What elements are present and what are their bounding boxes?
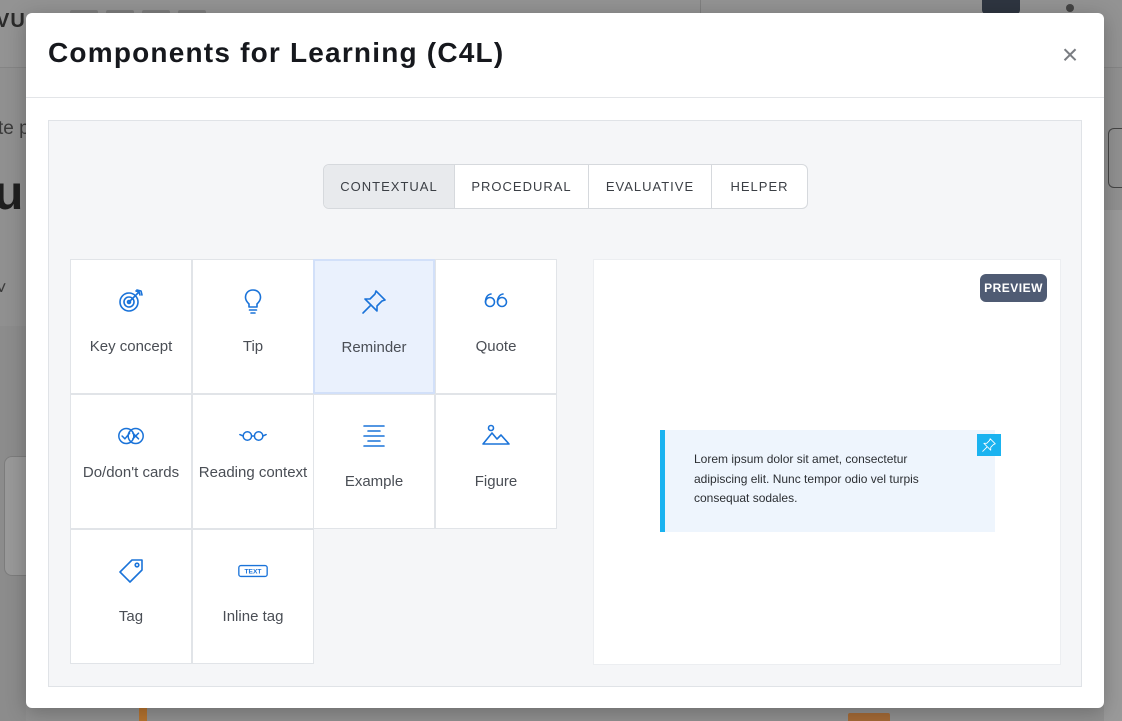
component-reading-context[interactable]: Reading context — [192, 394, 314, 529]
modal-title: Components for Learning (C4L) — [48, 37, 505, 68]
component-label: Quote — [475, 338, 517, 355]
component-inline-tag[interactable]: TEXT Inline tag — [192, 529, 314, 664]
modal-body: CONTEXTUAL PROCEDURAL EVALUATIVE HELPER … — [48, 120, 1082, 687]
close-button[interactable]: × — [1056, 41, 1084, 69]
component-example[interactable]: Example — [313, 394, 435, 529]
reminder-preview-text: Lorem ipsum dolor sit amet, consectetur … — [694, 452, 919, 505]
glasses-icon — [238, 421, 268, 451]
category-tabs: CONTEXTUAL PROCEDURAL EVALUATIVE HELPER — [323, 164, 808, 209]
reminder-preview: Lorem ipsum dolor sit amet, consectetur … — [660, 430, 1001, 532]
quote-icon — [481, 286, 511, 316]
tab-evaluative[interactable]: EVALUATIVE — [589, 165, 712, 208]
component-tip[interactable]: Tip — [192, 259, 314, 394]
tab-contextual[interactable]: CONTEXTUAL — [324, 165, 455, 208]
target-icon — [116, 286, 146, 316]
background-chevron-fragment: ˅ — [0, 278, 7, 298]
component-label: Inline tag — [222, 608, 284, 625]
component-label: Tip — [242, 338, 264, 355]
tag-icon — [116, 556, 146, 586]
background-orange-bar — [139, 708, 147, 721]
background-heading-fragment: u — [0, 167, 24, 220]
pushpin-icon — [977, 434, 1001, 456]
text-align-icon — [359, 421, 389, 451]
tab-helper[interactable]: HELPER — [712, 165, 807, 208]
component-label: Reading context — [198, 464, 308, 481]
component-label: Tag — [118, 608, 144, 625]
component-label: Example — [344, 473, 404, 490]
tab-procedural[interactable]: PROCEDURAL — [455, 165, 589, 208]
background-right-panel — [1104, 210, 1122, 721]
component-label: Figure — [474, 473, 518, 490]
component-key-concept[interactable]: Key concept — [70, 259, 192, 394]
modal-header: Components for Learning (C4L) × — [26, 13, 1104, 98]
component-label: Key concept — [89, 338, 173, 355]
component-tag[interactable]: Tag — [70, 529, 192, 664]
preview-badge: PREVIEW — [980, 274, 1047, 302]
background-logo: VU — [0, 10, 26, 32]
component-quote[interactable]: Quote — [435, 259, 557, 394]
component-label: Do/don't cards — [82, 464, 180, 481]
c4l-modal: Components for Learning (C4L) × CONTEXTU… — [26, 13, 1104, 708]
component-grid: Key concept Tip Reminder Quote Do/don't … — [70, 259, 557, 665]
background-avatar — [982, 0, 1020, 14]
background-right-button — [1108, 128, 1122, 188]
pushpin-icon — [359, 287, 389, 317]
lightbulb-icon — [238, 286, 268, 316]
check-x-icon — [116, 421, 146, 451]
background-card — [4, 456, 26, 576]
text-badge-icon: TEXT — [238, 556, 268, 586]
inline-tag-icon-text: TEXT — [244, 569, 261, 576]
background-orange-block — [848, 713, 890, 721]
component-do-dont-cards[interactable]: Do/don't cards — [70, 394, 192, 529]
component-figure[interactable]: Figure — [435, 394, 557, 529]
component-reminder[interactable]: Reminder — [313, 259, 435, 394]
preview-panel: PREVIEW Lorem ipsum dolor sit amet, cons… — [593, 259, 1061, 665]
component-label: Reminder — [341, 339, 407, 356]
mountain-image-icon — [481, 421, 511, 451]
background-dot — [1066, 4, 1074, 12]
